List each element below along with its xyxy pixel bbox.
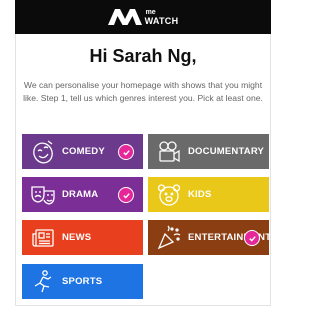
film-camera-icon [156,139,182,165]
selected-check-icon [118,187,134,203]
genre-label: KIDS [188,189,212,200]
genre-tile-documentary[interactable]: DOCUMENTARY [148,134,269,169]
genre-tile-kids[interactable]: KIDS [148,177,269,212]
selected-check-icon [118,144,134,160]
selected-check-icon [244,230,260,246]
genre-tile-drama[interactable]: DRAMA [22,177,143,212]
genre-label: SPORTS [62,276,103,287]
genre-tile-entertainment[interactable]: ENTERTAINMENT [148,220,269,255]
genre-tile-comedy[interactable]: COMEDY [22,134,143,169]
genre-tile-sports[interactable]: SPORTS [22,264,143,299]
top-bar: me WATCH [15,0,271,34]
teddy-bear-icon [156,182,182,208]
genre-label: NEWS [62,232,92,243]
logo-watch-text: WATCH [144,16,179,26]
intro-text: We can personalise your homepage with sh… [23,80,263,103]
genre-label: DOCUMENTARY [188,146,265,157]
comedy-mask-icon [30,139,56,165]
mewatch-logo-mark [107,9,142,25]
greeting-title: Hi Sarah Ng, [89,46,197,66]
newspaper-icon [30,225,56,251]
drama-masks-icon [30,182,56,208]
party-popper-icon [156,225,182,251]
genre-tile-news[interactable]: NEWS [22,220,143,255]
runner-icon [30,269,56,295]
mewatch-logo[interactable]: me WATCH [107,9,179,26]
